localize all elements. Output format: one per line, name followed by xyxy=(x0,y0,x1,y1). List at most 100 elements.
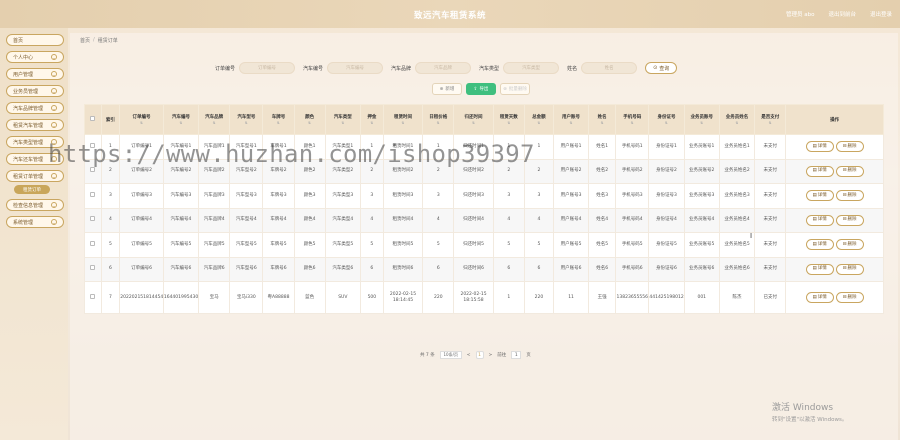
delete-button[interactable]: ⊟ 删除 xyxy=(835,165,864,177)
next-page-icon[interactable]: > xyxy=(489,353,493,358)
sidebar-item-sidebar.items1[interactable]: 个人中心 ⌄ xyxy=(6,51,64,63)
logout-link[interactable]: 退出登录 xyxy=(870,10,892,18)
page-size-select[interactable]: 10条/页 xyxy=(439,351,462,359)
sort-icon[interactable]: ⇅ xyxy=(230,121,262,125)
sort-icon[interactable]: ⇅ xyxy=(454,121,492,125)
table-cell: 业务员姓名4 xyxy=(718,207,756,233)
row-checkbox[interactable] xyxy=(90,191,96,197)
batch-delete-button[interactable]: ⊗ 批量删除 xyxy=(500,83,530,95)
sort-icon[interactable]: ⇅ xyxy=(384,121,422,125)
sort-icon[interactable]: ⇅ xyxy=(361,121,383,125)
table-cell: 身份证号3 xyxy=(648,183,685,209)
detail-icon: ▤ xyxy=(812,192,817,198)
sort-icon[interactable]: ⇅ xyxy=(616,121,648,125)
total-count: 共 7 条 xyxy=(420,353,435,358)
row-checkbox[interactable] xyxy=(90,293,96,299)
sidebar-item-sidebar.items3[interactable]: 业务员管理 ⌄ xyxy=(6,85,64,97)
table-cell: 宝马i330 xyxy=(229,281,264,314)
sidebar-item-sidebar.items4[interactable]: 汽车品牌管理 ⌄ xyxy=(6,102,64,114)
delete-button[interactable]: ⊟ 删除 xyxy=(835,214,864,226)
sidebar-item-sidebar.items8[interactable]: 租赁订单管理 ⌄ xyxy=(6,170,64,182)
sidebar-subitem-rental-orders[interactable]: 租赁订单 xyxy=(14,185,50,194)
sidebar-item-sidebar.items0[interactable]: 首页 xyxy=(6,34,64,46)
row-checkbox[interactable] xyxy=(90,216,96,222)
delete-button[interactable]: ⊟ 删除 xyxy=(835,292,864,303)
select-all-checkbox[interactable] xyxy=(90,116,96,121)
search-label: 订单编号 xyxy=(215,65,236,72)
breadcrumb-home[interactable]: 首页 xyxy=(80,37,90,44)
sort-icon[interactable]: ⇅ xyxy=(554,121,588,125)
column-header: 操作 xyxy=(785,104,884,135)
table-cell: 归还时间4 xyxy=(453,207,494,233)
row-checkbox[interactable] xyxy=(90,265,96,271)
sort-icon[interactable]: ⇅ xyxy=(720,121,754,125)
delete-button[interactable]: ⊟ 删除 xyxy=(835,190,864,202)
detail-button[interactable]: ▤ 详情 xyxy=(805,263,834,275)
add-button[interactable]: ⊕ 新增 xyxy=(432,83,462,95)
trash-icon: ⊗ xyxy=(503,86,507,92)
delete-button[interactable]: ⊟ 删除 xyxy=(835,141,864,153)
search-bar: 订单编号 订单编号 汽车编号 汽车编号 汽车品牌 汽车品牌 汽车类型 汽车类型 姓名 姓名 ⊙ 查询 xyxy=(215,62,678,74)
action-buttons: ⊕ 新增 ⇪ 导出 ⊗ 批量删除 xyxy=(432,83,530,95)
sidebar-item-sidebar.items5[interactable]: 租赁汽车管理 ⌄ xyxy=(6,119,64,131)
detail-button[interactable]: ▤ 详情 xyxy=(805,292,834,303)
sort-icon[interactable]: ⇅ xyxy=(685,121,719,125)
table-cell: 汽车品牌3 xyxy=(198,183,231,209)
row-checkbox[interactable] xyxy=(90,167,96,173)
table-cell: 姓名6 xyxy=(588,256,617,282)
search-input[interactable]: 姓名 xyxy=(581,62,638,74)
admin-user-link[interactable]: 管理员 abo xyxy=(786,10,814,18)
row-select-cell xyxy=(84,207,102,233)
table-cell: 用户账号5 xyxy=(552,232,590,258)
detail-icon: ▤ xyxy=(812,217,817,223)
sort-icon[interactable]: ⇅ xyxy=(120,121,163,125)
delete-button[interactable]: ⊟ 删除 xyxy=(835,263,864,275)
sort-icon[interactable]: ⇅ xyxy=(164,121,198,125)
app-title: 致远汽车租赁系统 xyxy=(413,11,486,21)
sort-icon[interactable]: ⇅ xyxy=(423,121,453,125)
sidebar-item-sidebar.items_after0[interactable]: 检查信息管理 ⌄ xyxy=(6,199,64,211)
detail-button[interactable]: ▤ 详情 xyxy=(805,141,834,153)
goto-input[interactable]: 1 xyxy=(511,351,522,359)
detail-button[interactable]: ▤ 详情 xyxy=(805,239,834,251)
search-input[interactable]: 订单编号 xyxy=(239,62,296,74)
detail-button[interactable]: ▤ 详情 xyxy=(805,214,834,226)
sort-icon[interactable]: ⇅ xyxy=(263,121,293,125)
front-link[interactable]: 退出到前台 xyxy=(828,10,856,18)
search-input[interactable]: 汽车编号 xyxy=(327,62,384,74)
prev-page-icon[interactable]: < xyxy=(467,353,471,358)
query-button[interactable]: ⊙ 查询 xyxy=(645,62,678,74)
row-checkbox[interactable] xyxy=(90,240,96,246)
sidebar-item-label: 个人中心 xyxy=(13,54,34,61)
sort-icon[interactable]: ⇅ xyxy=(589,121,615,125)
table-cell: 13823655556 xyxy=(615,281,650,314)
detail-button[interactable]: ▤ 详情 xyxy=(805,165,834,177)
sidebar-item-sidebar.items_after1[interactable]: 系统管理 ⌄ xyxy=(6,216,64,228)
column-header: 索引 xyxy=(100,104,121,135)
delete-button[interactable]: ⊟ 删除 xyxy=(835,239,864,251)
table-cell: 王强 xyxy=(588,281,617,314)
sort-icon[interactable]: ⇅ xyxy=(525,121,553,125)
sort-icon[interactable]: ⇅ xyxy=(295,121,325,125)
sort-icon[interactable]: ⇅ xyxy=(199,121,229,125)
search-input[interactable]: 汽车品牌 xyxy=(415,62,472,74)
table-cell: 身份证号6 xyxy=(648,256,685,282)
table-cell: 5 xyxy=(359,232,384,258)
sort-icon[interactable]: ⇅ xyxy=(755,121,785,125)
page-number[interactable]: 1 xyxy=(475,351,484,359)
row-actions: ▤ 详情 ⊟ 删除 xyxy=(785,183,884,209)
row-actions: ▤ 详情 ⊟ 删除 xyxy=(785,256,884,282)
breadcrumb-separator: / xyxy=(93,37,95,43)
table-cell: 1 xyxy=(492,281,525,314)
sort-icon[interactable]: ⇅ xyxy=(326,121,360,125)
export-button[interactable]: ⇪ 导出 xyxy=(466,83,496,95)
sort-icon[interactable]: ⇅ xyxy=(494,121,524,125)
plus-icon: ⊕ xyxy=(439,86,444,92)
table-cell: 身份证号2 xyxy=(648,158,685,184)
sort-icon[interactable]: ⇅ xyxy=(649,121,683,125)
column-header: 颜色 ⇅ xyxy=(293,104,326,135)
sidebar-item-sidebar.items2[interactable]: 用户管理 ⌄ xyxy=(6,68,64,80)
detail-button[interactable]: ▤ 详情 xyxy=(805,190,834,202)
table-cell: 归还时间5 xyxy=(453,232,494,258)
search-input[interactable]: 汽车类型 xyxy=(503,62,560,74)
